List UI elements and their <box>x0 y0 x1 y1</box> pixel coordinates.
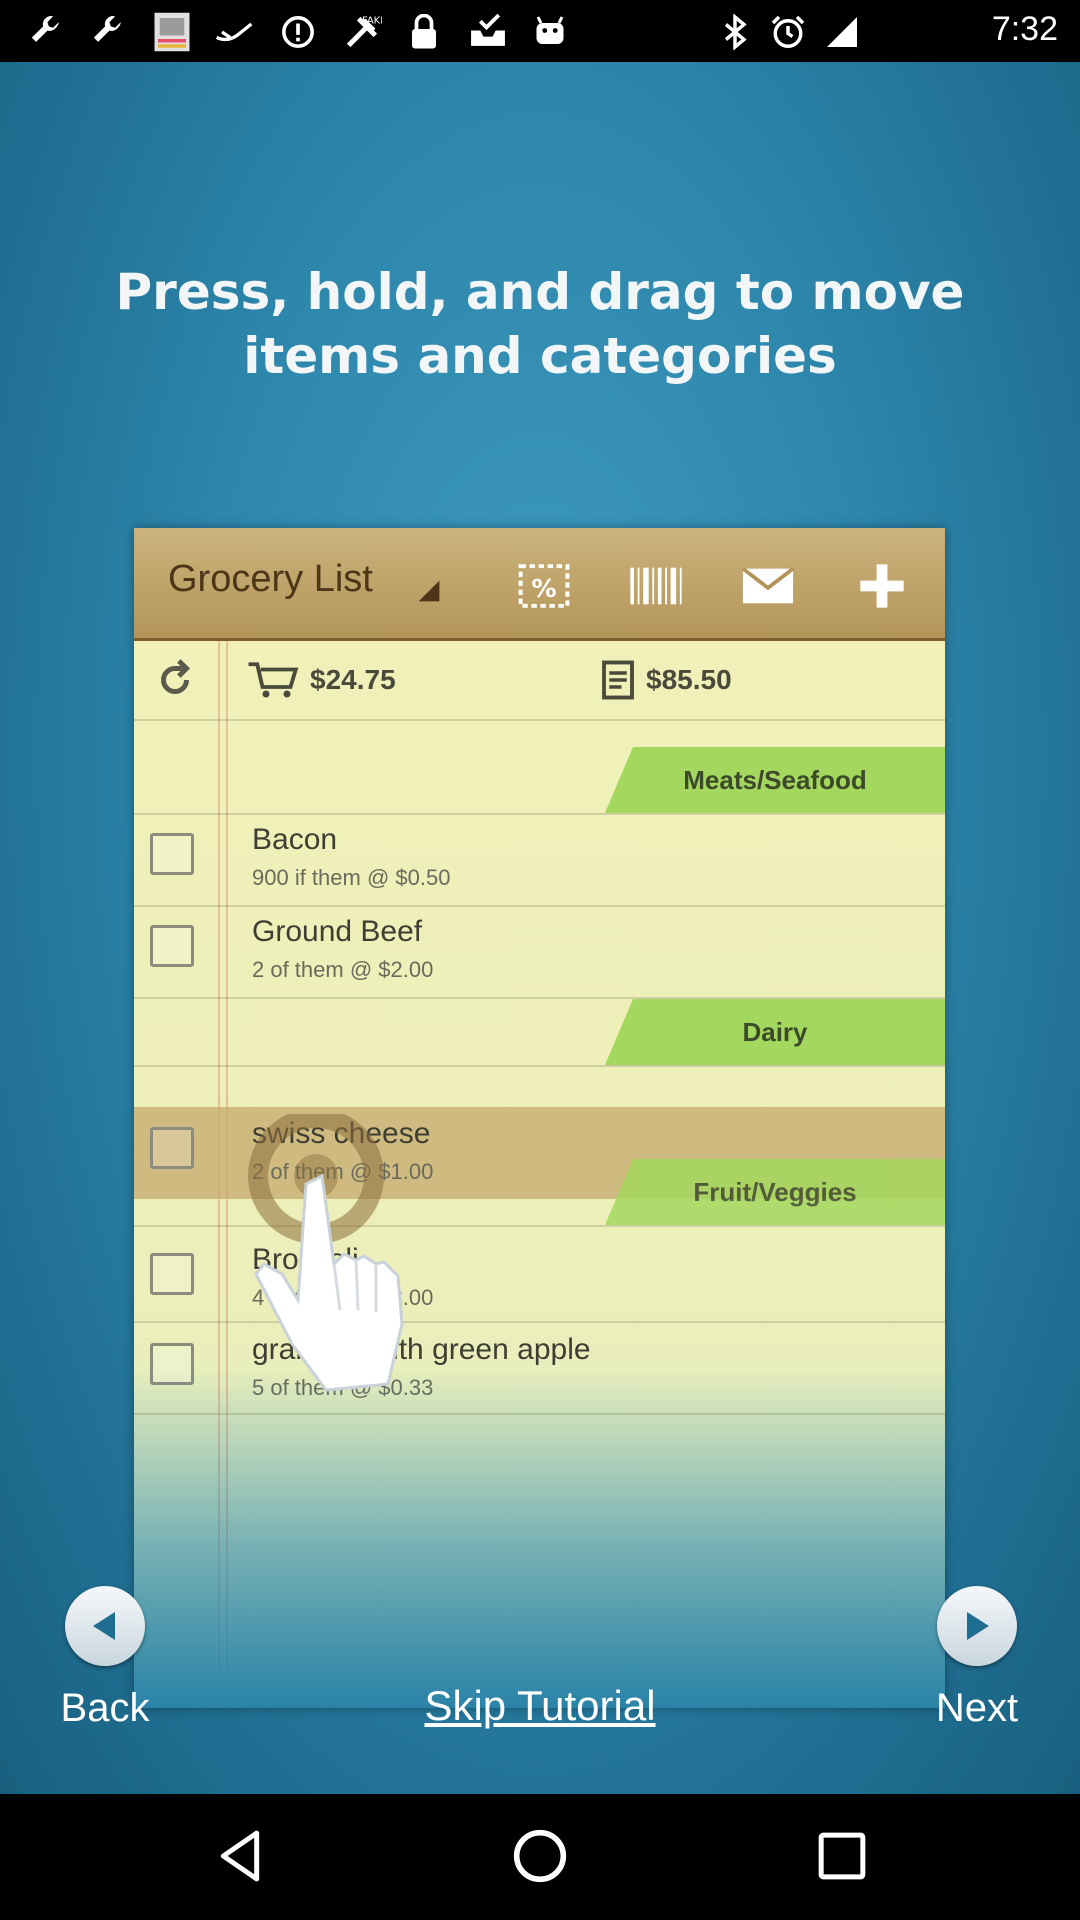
next-icon[interactable] <box>937 1586 1017 1666</box>
divider <box>134 1065 945 1067</box>
system-navigation-bar <box>0 1794 1080 1920</box>
category-tab[interactable]: Dairy <box>605 999 945 1065</box>
list-item[interactable]: Bacon 900 if them @ $0.50 <box>134 813 945 905</box>
refresh-icon <box>152 657 198 707</box>
tutorial-instruction: Press, hold, and drag to move items and … <box>115 263 965 385</box>
plane-icon <box>212 14 256 50</box>
signal-icon <box>822 14 862 50</box>
system-home-icon[interactable] <box>510 1826 570 1886</box>
item-checkbox[interactable] <box>150 1253 194 1295</box>
status-bar: FAKE 7:32 <box>0 0 1080 62</box>
divider <box>134 997 945 999</box>
system-back-icon[interactable] <box>210 1826 270 1886</box>
item-detail: 2 of them @ $2.00 <box>252 957 434 982</box>
lock-icon <box>406 14 442 50</box>
svg-text:%: % <box>531 574 556 603</box>
bluetooth-icon <box>718 14 752 50</box>
item-checkbox[interactable] <box>150 833 194 875</box>
checkbox-tray-icon <box>466 14 510 50</box>
divider <box>134 1413 945 1415</box>
category-tab[interactable]: Meats/Seafood <box>605 747 945 813</box>
list-total: $85.50 <box>600 659 732 701</box>
app-thumbnail-icon <box>150 12 194 52</box>
cart-total: $24.75 <box>246 659 396 701</box>
app-header: Grocery List % <box>134 528 945 641</box>
divider <box>134 719 945 721</box>
coupon-icon: % <box>516 558 572 614</box>
item-checkbox[interactable] <box>150 925 194 967</box>
list-total-value: $85.50 <box>646 664 732 695</box>
mail-icon <box>740 558 796 614</box>
cart-total-value: $24.75 <box>310 664 396 695</box>
item-name: Bacon <box>252 823 338 856</box>
item-name: Ground Beef <box>252 915 423 948</box>
plus-icon <box>854 558 910 614</box>
tutorial-screen: Press, hold, and drag to move items and … <box>0 62 1080 1794</box>
skip-tutorial-label[interactable]: Skip Tutorial <box>424 1682 655 1729</box>
fake-gps-icon: FAKE <box>340 14 384 50</box>
app-title: Grocery List <box>168 558 373 600</box>
dropdown-arrow-icon <box>414 576 444 606</box>
touch-hand-icon <box>248 1114 404 1392</box>
barcode-icon <box>628 558 684 614</box>
list-item[interactable]: Ground Beef 2 of them @ $2.00 <box>134 905 945 997</box>
totals-row: $24.75 $85.50 <box>134 641 945 719</box>
item-checkbox[interactable] <box>150 1343 194 1385</box>
next-button[interactable]: Next <box>914 1586 1040 1731</box>
next-label[interactable]: Next <box>936 1686 1018 1731</box>
wrench-icon <box>88 14 128 50</box>
status-time: 7:32 <box>991 10 1058 48</box>
item-detail: 900 if them @ $0.50 <box>252 865 451 890</box>
svg-text:FAKE: FAKE <box>362 16 382 27</box>
item-checkbox[interactable] <box>150 1127 194 1169</box>
alarm-icon <box>768 14 808 50</box>
system-recents-icon[interactable] <box>812 1826 872 1886</box>
category-tab[interactable]: Fruit/Veggies <box>605 1159 945 1225</box>
alert-icon <box>278 14 318 50</box>
back-icon[interactable] <box>65 1586 145 1666</box>
android-icon <box>530 14 570 50</box>
wrench-icon <box>26 14 66 50</box>
